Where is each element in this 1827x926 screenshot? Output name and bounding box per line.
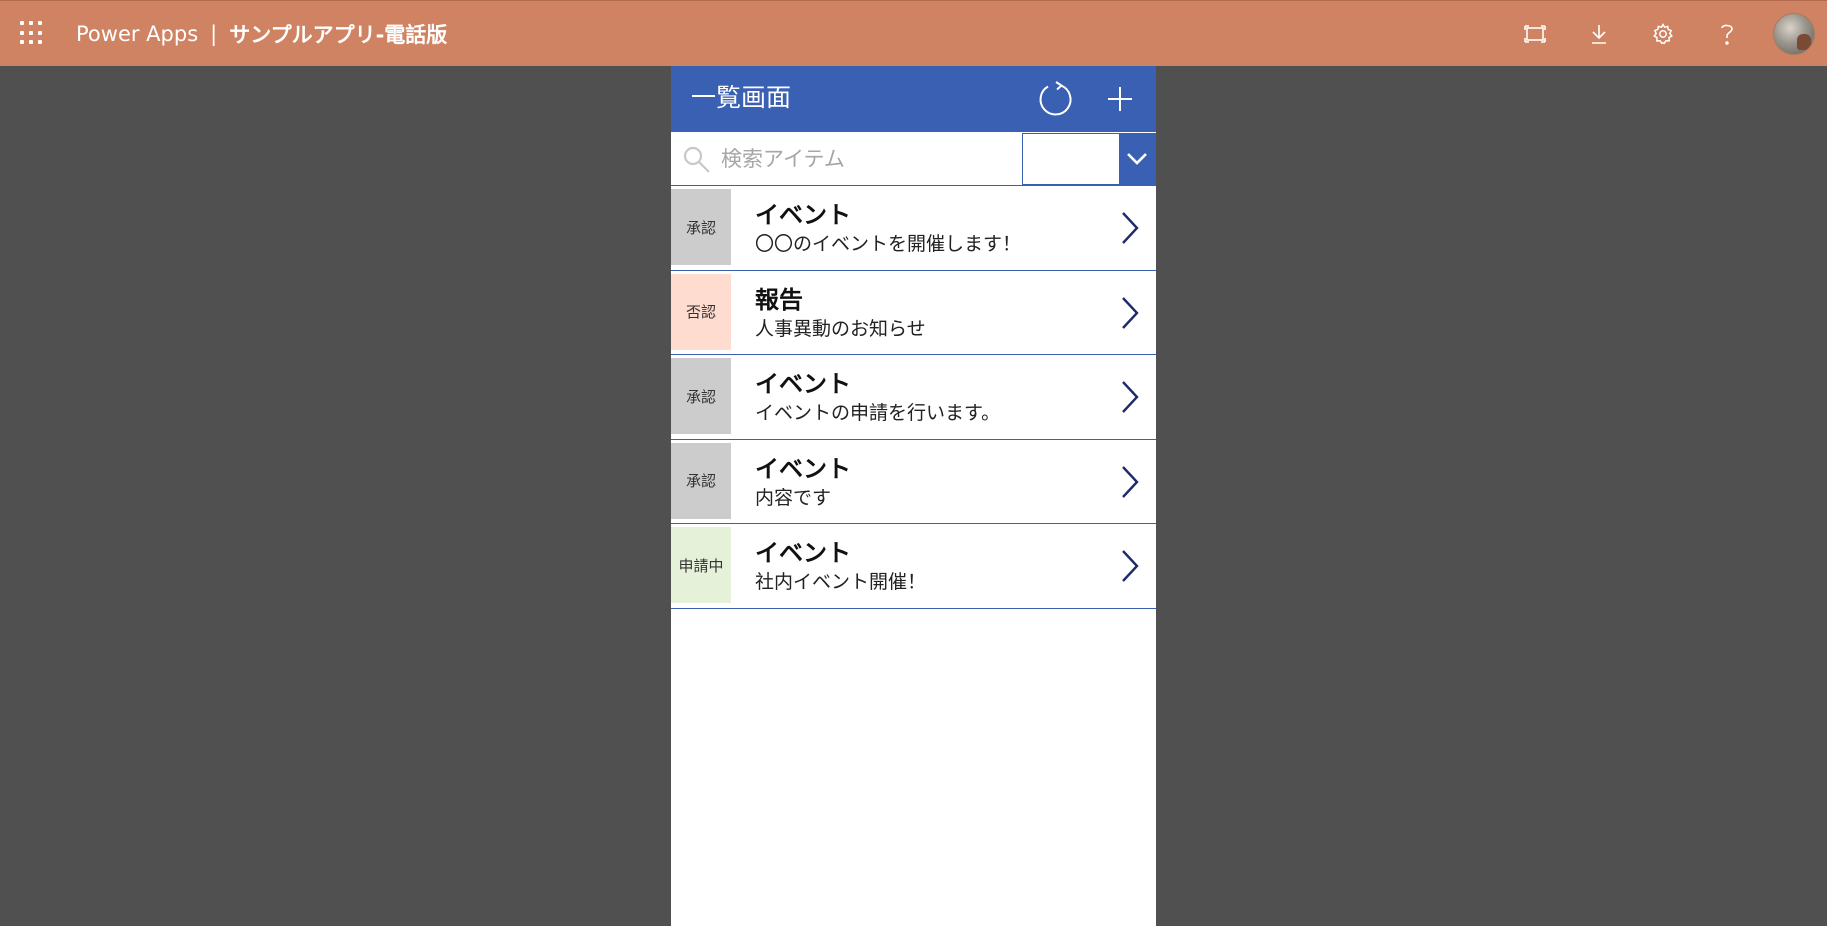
- search-bar: [671, 132, 1156, 186]
- brand-separator: |: [210, 22, 218, 46]
- item-subtitle: 人事異動のお知らせ: [755, 317, 926, 340]
- add-button[interactable]: [1096, 75, 1144, 123]
- status-badge: 承認: [671, 442, 731, 519]
- item-subtitle: 社内イベント開催！: [755, 571, 927, 593]
- app-header: 一覧画面: [671, 66, 1156, 132]
- filter-dropdown[interactable]: [1022, 133, 1156, 185]
- download-icon[interactable]: [1567, 1, 1631, 67]
- refresh-icon: [1039, 81, 1072, 116]
- brand-name: Power Apps: [76, 22, 199, 46]
- item-gallery: 承認 イベント 〇〇のイベントを開催します！ 否認 報告 人事異動のお知らせ 承認 イベントイ…: [671, 186, 1156, 609]
- settings-icon[interactable]: [1631, 1, 1695, 67]
- search-input[interactable]: [721, 141, 1011, 177]
- item-title: イベント: [755, 539, 851, 567]
- list-item[interactable]: 承認 イベント〇〇のイベントを開催します！: [671, 186, 1156, 271]
- chevron-right-icon[interactable]: [1115, 293, 1145, 333]
- item-subtitle: 〇〇のイベントを開催します！: [755, 233, 1022, 255]
- list-item[interactable]: 承認 イベント内容です: [671, 439, 1156, 524]
- plus-icon: [1108, 87, 1132, 111]
- chevron-down-icon[interactable]: [1119, 134, 1155, 184]
- refresh-button[interactable]: [1032, 75, 1080, 123]
- status-badge: 否認: [671, 273, 731, 350]
- waffle-icon[interactable]: [20, 21, 44, 45]
- app-name: サンプルアプリ-電話版: [229, 23, 448, 47]
- chevron-right-icon[interactable]: [1115, 462, 1145, 502]
- chevron-right-icon[interactable]: [1115, 208, 1145, 248]
- list-item[interactable]: 承認 イベントイベントの申請を行います。: [671, 355, 1156, 440]
- item-title: イベント: [755, 370, 851, 398]
- list-item[interactable]: 否認 報告人事異動のお知らせ: [671, 270, 1156, 355]
- fit-screen-icon[interactable]: [1503, 1, 1567, 67]
- top-bar: Power Apps | サンプルアプリ-電話版: [0, 0, 1827, 66]
- top-bar-actions: [1503, 1, 1827, 67]
- item-subtitle: イベントの申請を行います。: [755, 402, 1001, 424]
- item-title: 報告: [755, 285, 803, 314]
- search-icon: [683, 146, 710, 173]
- avatar[interactable]: [1773, 13, 1815, 55]
- chevron-right-icon[interactable]: [1115, 377, 1145, 417]
- list-item[interactable]: 申請中 イベント社内イベント開催！: [671, 524, 1156, 609]
- screen-title: 一覧画面: [691, 83, 792, 112]
- brand: Power Apps | サンプルアプリ-電話版: [76, 19, 447, 49]
- status-badge: 承認: [671, 358, 731, 434]
- item-title: イベント: [755, 454, 851, 483]
- status-badge: 承認: [671, 189, 731, 265]
- help-icon[interactable]: [1695, 1, 1759, 67]
- item-title: イベント: [755, 201, 851, 229]
- status-badge: 申請中: [671, 527, 731, 603]
- phone-app-screen: 一覧画面 検索アイテム 承認 イベント 〇〇のイベントを開催します！ 否認 報告…: [671, 66, 1156, 926]
- search-box: [671, 132, 1022, 185]
- chevron-right-icon[interactable]: [1115, 546, 1145, 586]
- item-subtitle: 内容です: [755, 486, 832, 509]
